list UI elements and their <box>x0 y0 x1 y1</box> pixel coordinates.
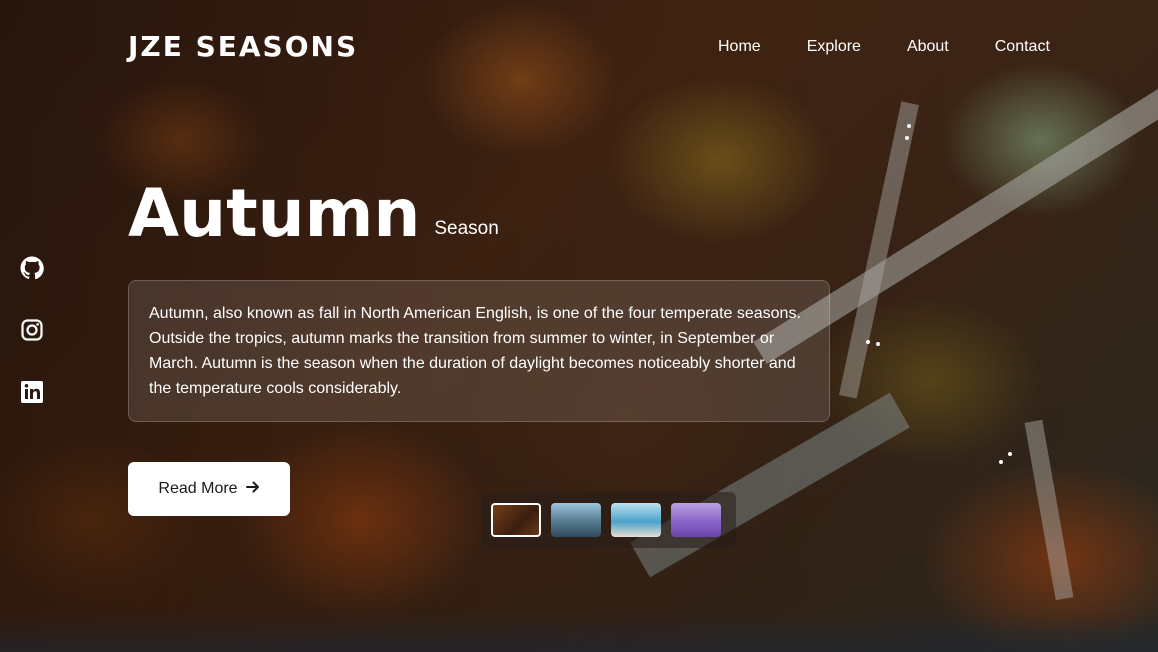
thumbnail-coast[interactable] <box>611 503 661 537</box>
read-more-button[interactable]: Read More <box>128 462 290 516</box>
github-icon[interactable] <box>20 256 44 280</box>
hero-subtitle: Season <box>434 218 499 239</box>
linkedin-icon[interactable] <box>20 380 44 404</box>
nav-contact[interactable]: Contact <box>995 38 1050 56</box>
main-nav: Home Explore About Contact <box>718 38 1050 56</box>
brand-logo[interactable]: JZE SEASONS <box>128 30 358 63</box>
social-links <box>20 256 44 404</box>
bottom-fade <box>0 612 1158 652</box>
nav-home[interactable]: Home <box>718 38 761 56</box>
read-more-label: Read More <box>158 480 238 497</box>
instagram-icon[interactable] <box>20 318 44 342</box>
thumbnail-autumn[interactable] <box>491 503 541 537</box>
hero-title: Autumn <box>128 175 421 252</box>
hero-heading: Autumn Season <box>128 174 499 254</box>
nav-explore[interactable]: Explore <box>807 38 861 56</box>
thumbnail-lavender[interactable] <box>671 503 721 537</box>
thumbnail-mountain-lake[interactable] <box>551 503 601 537</box>
nav-about[interactable]: About <box>907 38 949 56</box>
season-thumbnails <box>482 492 736 548</box>
hero-description: Autumn, also known as fall in North Amer… <box>149 305 801 397</box>
description-card: Autumn, also known as fall in North Amer… <box>128 280 830 422</box>
arrow-right-icon <box>245 480 260 499</box>
